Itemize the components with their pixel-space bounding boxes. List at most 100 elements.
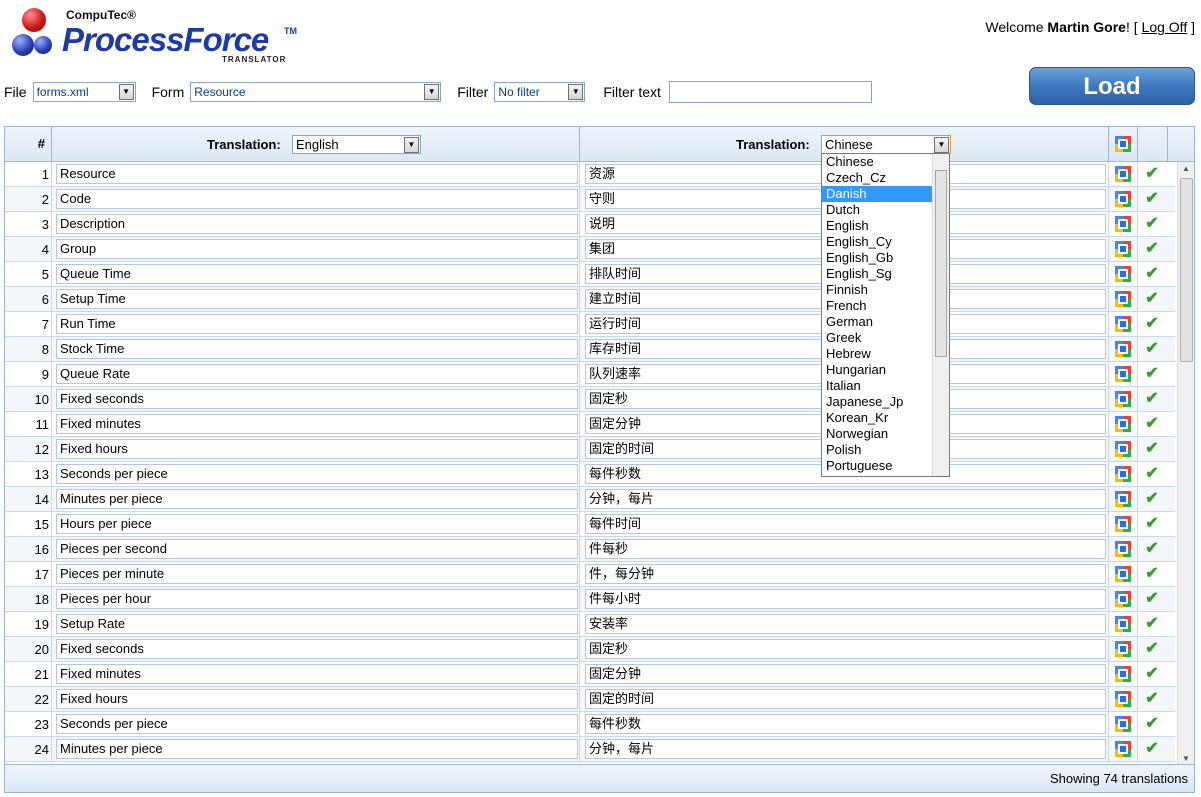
google-translate-icon[interactable]: [1115, 741, 1131, 757]
language-option[interactable]: Korean_Kr: [822, 410, 949, 426]
google-translate-icon[interactable]: [1115, 416, 1131, 432]
checkmark-icon[interactable]: ✔: [1143, 490, 1161, 508]
google-translate-icon[interactable]: [1115, 241, 1131, 257]
checkmark-icon[interactable]: ✔: [1143, 740, 1161, 758]
google-translate-icon[interactable]: [1115, 166, 1131, 182]
left-language-select[interactable]: English ▼: [292, 135, 421, 154]
google-translate-icon[interactable]: [1115, 341, 1131, 357]
checkmark-icon[interactable]: ✔: [1143, 165, 1161, 183]
checkmark-icon[interactable]: ✔: [1143, 215, 1161, 233]
translation-text-field[interactable]: 固定秒: [585, 639, 1106, 659]
source-text-cell[interactable]: Code: [56, 189, 578, 209]
scroll-up-icon[interactable]: ▲: [1178, 162, 1194, 176]
google-translate-icon[interactable]: [1115, 366, 1131, 382]
dropdown-scrollbar[interactable]: [932, 154, 949, 476]
dropdown-scrollbar-thumb[interactable]: [935, 170, 947, 357]
google-translate-icon[interactable]: [1115, 716, 1131, 732]
google-translate-icon[interactable]: [1115, 516, 1131, 532]
chevron-down-icon[interactable]: ▼: [934, 137, 949, 153]
language-option[interactable]: English_Sg: [822, 266, 949, 282]
language-option[interactable]: Chinese: [822, 154, 949, 170]
language-option[interactable]: English: [822, 218, 949, 234]
translation-text-field[interactable]: 固定分钟: [585, 664, 1106, 684]
chevron-down-icon[interactable]: ▼: [118, 84, 134, 100]
checkmark-icon[interactable]: ✔: [1143, 265, 1161, 283]
checkmark-icon[interactable]: ✔: [1143, 190, 1161, 208]
source-text-cell[interactable]: Seconds per piece: [56, 464, 578, 484]
google-translate-icon[interactable]: [1115, 641, 1131, 657]
translation-text-field[interactable]: 固定的时间: [585, 689, 1106, 709]
source-text-cell[interactable]: Run Time: [56, 314, 578, 334]
google-translate-icon[interactable]: [1115, 441, 1131, 457]
source-text-cell[interactable]: Setup Rate: [56, 614, 578, 634]
source-text-cell[interactable]: Fixed hours: [56, 439, 578, 459]
language-option[interactable]: Greek: [822, 330, 949, 346]
checkmark-icon[interactable]: ✔: [1143, 415, 1161, 433]
source-text-cell[interactable]: Minutes per piece: [56, 489, 578, 509]
google-translate-icon[interactable]: [1115, 541, 1131, 557]
checkmark-icon[interactable]: ✔: [1143, 690, 1161, 708]
source-text-cell[interactable]: Fixed seconds: [56, 389, 578, 409]
google-translate-icon[interactable]: [1115, 666, 1131, 682]
language-option[interactable]: English_Cy: [822, 234, 949, 250]
grid-scrollbar[interactable]: ▲ ▼: [1177, 162, 1194, 766]
filter-text-input[interactable]: [668, 81, 872, 103]
language-option[interactable]: Italian: [822, 378, 949, 394]
language-option[interactable]: Hungarian: [822, 362, 949, 378]
scrollbar-thumb[interactable]: [1180, 178, 1193, 362]
source-text-cell[interactable]: Pieces per second: [56, 539, 578, 559]
translation-text-field[interactable]: 件每小时: [585, 589, 1106, 609]
google-translate-icon[interactable]: [1115, 691, 1131, 707]
google-translate-icon[interactable]: [1115, 566, 1131, 582]
source-text-cell[interactable]: Group: [56, 239, 578, 259]
language-option[interactable]: Czech_Cz: [822, 170, 949, 186]
language-option[interactable]: English_Gb: [822, 250, 949, 266]
language-option[interactable]: Japanese_Jp: [822, 394, 949, 410]
checkmark-icon[interactable]: ✔: [1143, 565, 1161, 583]
filter-select[interactable]: No filter ▼: [494, 82, 586, 102]
source-text-cell[interactable]: Hours per piece: [56, 514, 578, 534]
translation-text-field[interactable]: 件，每分钟: [585, 564, 1106, 584]
translation-text-field[interactable]: 安装率: [585, 614, 1106, 634]
translation-text-field[interactable]: 分钟，每片: [585, 489, 1106, 509]
checkmark-icon[interactable]: ✔: [1143, 290, 1161, 308]
google-translate-icon[interactable]: [1115, 391, 1131, 407]
language-option[interactable]: German: [822, 314, 949, 330]
language-option[interactable]: Polish: [822, 442, 949, 458]
checkmark-icon[interactable]: ✔: [1143, 640, 1161, 658]
checkmark-icon[interactable]: ✔: [1143, 315, 1161, 333]
google-translate-icon[interactable]: [1115, 491, 1131, 507]
checkmark-icon[interactable]: ✔: [1143, 515, 1161, 533]
source-text-cell[interactable]: Pieces per hour: [56, 589, 578, 609]
language-option[interactable]: Norwegian: [822, 426, 949, 442]
language-option[interactable]: French: [822, 298, 949, 314]
source-text-cell[interactable]: Fixed minutes: [56, 664, 578, 684]
checkmark-icon[interactable]: ✔: [1143, 465, 1161, 483]
checkmark-icon[interactable]: ✔: [1143, 240, 1161, 258]
language-dropdown-list[interactable]: Chinese Czech_Cz Danish Dutch English English…: [821, 153, 950, 477]
right-language-select[interactable]: Chinese ▼: [821, 135, 951, 154]
google-translate-icon[interactable]: [1115, 216, 1131, 232]
google-translate-icon[interactable]: [1115, 266, 1131, 282]
chevron-down-icon[interactable]: ▼: [424, 84, 440, 100]
language-option[interactable]: Dutch: [822, 202, 949, 218]
logoff-link[interactable]: Log Off: [1142, 19, 1188, 35]
source-text-cell[interactable]: Minutes per piece: [56, 739, 578, 759]
google-translate-icon[interactable]: [1115, 191, 1131, 207]
checkmark-icon[interactable]: ✔: [1143, 440, 1161, 458]
checkmark-icon[interactable]: ✔: [1143, 340, 1161, 358]
chevron-down-icon[interactable]: ▼: [568, 84, 584, 100]
checkmark-icon[interactable]: ✔: [1143, 590, 1161, 608]
checkmark-icon[interactable]: ✔: [1143, 390, 1161, 408]
chevron-down-icon[interactable]: ▼: [404, 137, 419, 153]
language-option[interactable]: Hebrew: [822, 346, 949, 362]
google-translate-icon[interactable]: [1115, 591, 1131, 607]
source-text-cell[interactable]: Pieces per minute: [56, 564, 578, 584]
language-option[interactable]: Portuguese: [822, 458, 949, 474]
google-translate-icon[interactable]: [1115, 616, 1131, 632]
language-option[interactable]: Finnish: [822, 282, 949, 298]
source-text-cell[interactable]: Description: [56, 214, 578, 234]
source-text-cell[interactable]: Resource: [56, 164, 578, 184]
source-text-cell[interactable]: Fixed minutes: [56, 414, 578, 434]
google-translate-icon[interactable]: [1115, 316, 1131, 332]
